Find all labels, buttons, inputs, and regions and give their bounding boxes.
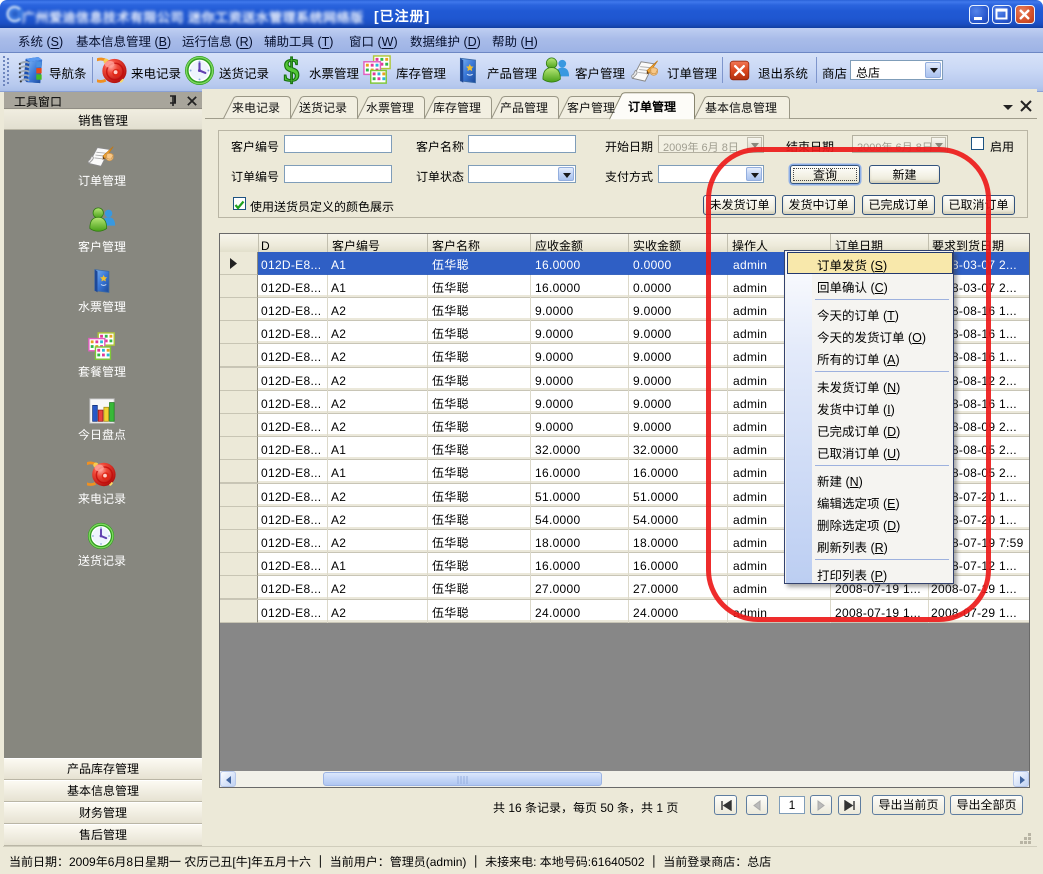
svg-text:订单管理: 订单管理 xyxy=(628,98,676,115)
svg-text:库存管理: 库存管理 xyxy=(433,99,481,116)
svg-text:客户管理: 客户管理 xyxy=(567,99,615,116)
svg-text:产品管理: 产品管理 xyxy=(500,99,548,116)
svg-text:来电记录: 来电记录 xyxy=(232,99,280,116)
svg-text:送货记录: 送货记录 xyxy=(299,99,347,116)
svg-text:水票管理: 水票管理 xyxy=(366,99,414,116)
svg-text:基本信息管理: 基本信息管理 xyxy=(705,99,777,116)
